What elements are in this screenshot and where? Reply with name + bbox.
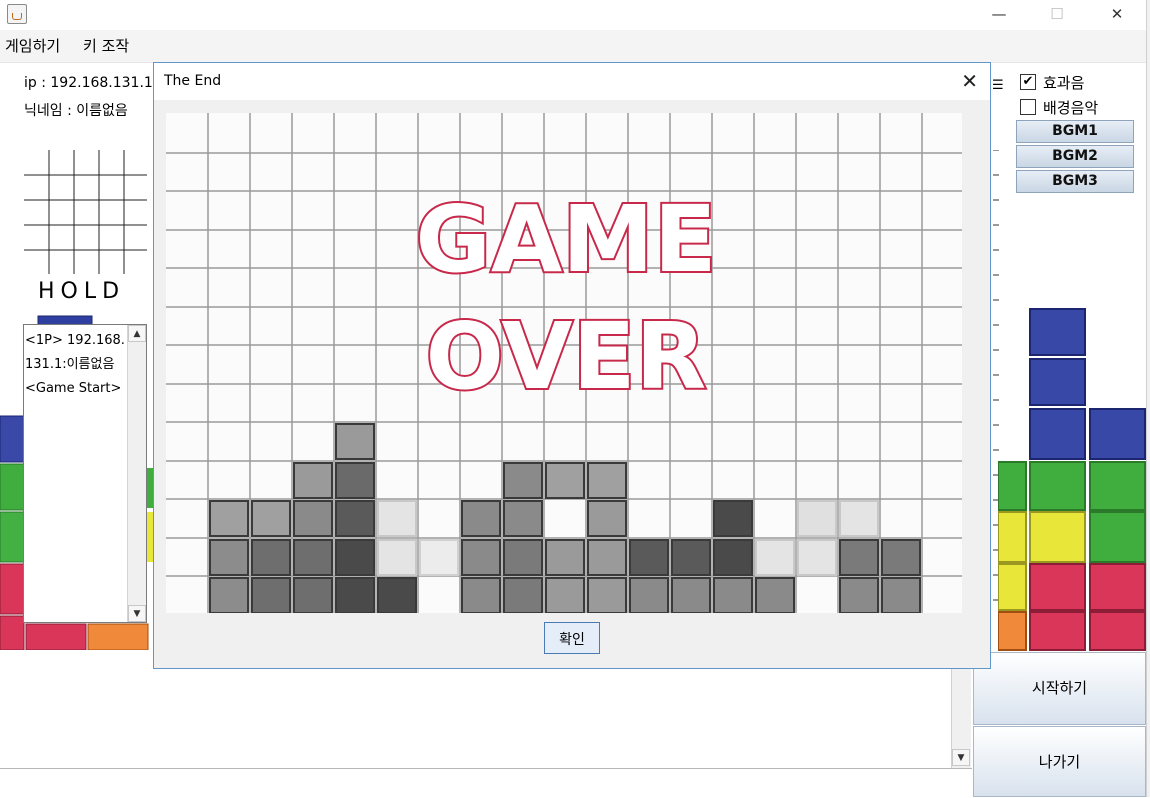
scroll-down-icon[interactable]: ▼ xyxy=(952,749,970,766)
minimize-button[interactable]: — xyxy=(984,4,1014,24)
close-window-button[interactable]: ✕ xyxy=(1102,4,1132,24)
scroll-up-icon[interactable]: ▲ xyxy=(128,325,146,342)
bgm2-button[interactable]: BGM2 xyxy=(1016,145,1134,168)
menu-key-controls[interactable]: 키 조작 xyxy=(83,35,129,56)
hold-label: HOLD xyxy=(38,279,126,304)
chat-input[interactable] xyxy=(0,768,972,798)
hold-grid xyxy=(24,150,147,274)
maximize-button[interactable]: ☐ xyxy=(1042,4,1072,24)
chat-line: <Game Start> xyxy=(25,381,122,396)
sound-effect-label: 효과음 xyxy=(1043,74,1085,92)
bgm3-button[interactable]: BGM3 xyxy=(1016,170,1134,193)
image-blocks xyxy=(209,423,921,613)
menu-lines-icon: ☰ xyxy=(992,78,1004,93)
player-nickname: 닉네임 : 이름없음 xyxy=(24,103,128,119)
menu-game[interactable]: 게임하기 xyxy=(5,35,60,56)
start-game-button[interactable]: 시작하기 xyxy=(973,652,1146,725)
game-over-dialog: The End ✕ GAME OVER 확인 xyxy=(153,62,991,669)
dialog-title: The End xyxy=(164,73,222,89)
confirm-button[interactable]: 확인 xyxy=(544,622,600,654)
bgm-music-label: 배경음악 xyxy=(1043,99,1099,117)
close-icon[interactable]: ✕ xyxy=(961,69,978,93)
window-edge xyxy=(1146,0,1150,797)
java-app-icon xyxy=(7,4,27,24)
player-board-right xyxy=(998,308,1146,651)
exit-button[interactable]: 나가기 xyxy=(973,726,1146,797)
scroll-down-icon[interactable]: ▼ xyxy=(128,605,146,622)
chat-scrollbar[interactable]: ▲ ▼ xyxy=(127,325,146,622)
sound-effect-checkbox[interactable]: ✔ xyxy=(1020,74,1036,90)
window-titlebar: — ☐ ✕ xyxy=(0,0,1150,30)
bgm1-button[interactable]: BGM1 xyxy=(1016,120,1134,143)
game-over-image: GAME OVER xyxy=(166,113,962,613)
menu-bar: 게임하기 키 조작 xyxy=(0,30,1146,63)
bgm-music-checkbox[interactable] xyxy=(1020,99,1036,115)
confirm-label: 확인 xyxy=(559,632,585,648)
dialog-titlebar: The End ✕ xyxy=(154,63,990,100)
game-over-line-2: OVER xyxy=(426,303,707,410)
chat-log[interactable]: <1P> 192.168.131.1:이름없음 <Game Start> ▲ ▼ xyxy=(23,324,147,623)
message-scrollbar[interactable]: ▼ xyxy=(951,668,971,768)
player-ip: ip : 192.168.131.1 xyxy=(24,75,153,91)
game-over-line-1: GAME xyxy=(415,186,716,293)
chat-line: <1P> 192.168.131.1:이름없음 xyxy=(25,333,125,372)
